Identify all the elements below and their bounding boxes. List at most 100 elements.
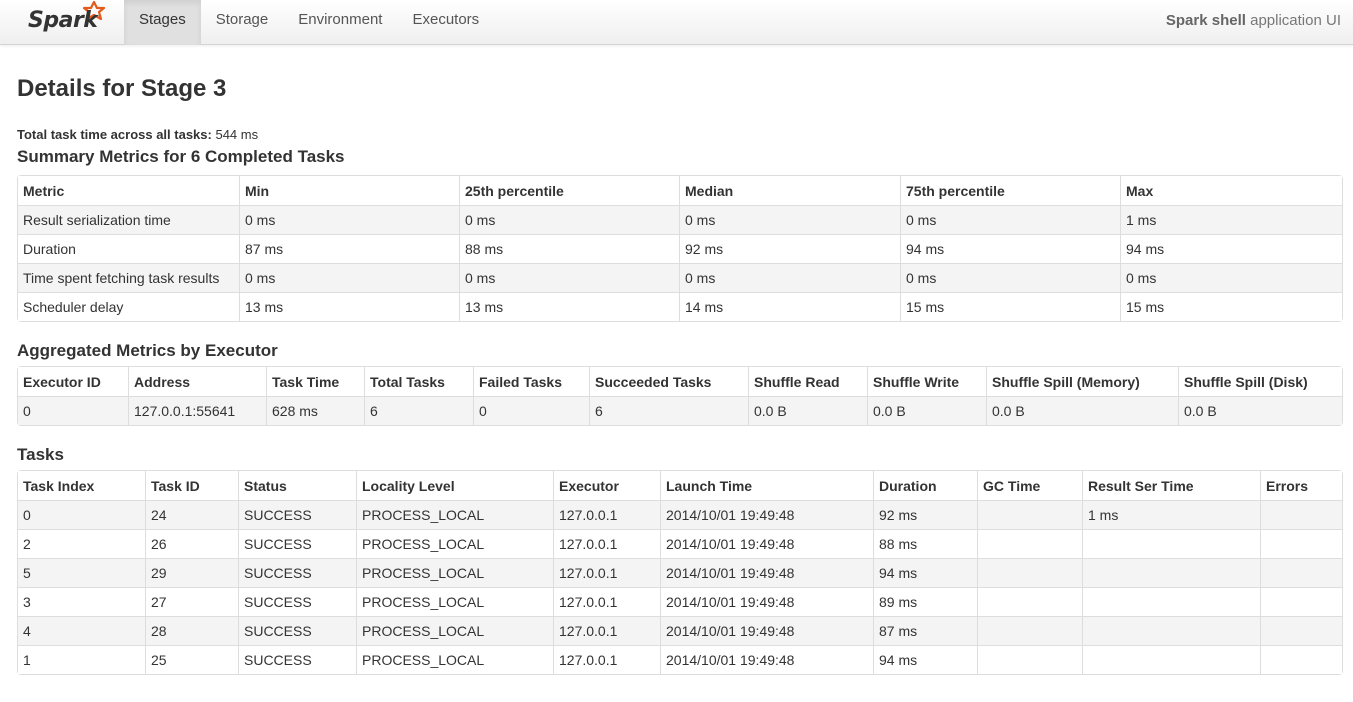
- tab-environment[interactable]: Environment: [283, 0, 397, 45]
- page-title: Details for Stage 3: [17, 75, 227, 102]
- table-cell: 0 ms: [459, 263, 679, 292]
- table-cell: 14 ms: [679, 292, 900, 321]
- tab-storage[interactable]: Storage: [201, 0, 284, 45]
- spark-logo[interactable]: Spark: [26, 0, 108, 45]
- table-cell: 0 ms: [239, 263, 459, 292]
- table-cell: 88 ms: [873, 529, 977, 558]
- table-cell: 6: [364, 396, 473, 425]
- table-cell: [977, 616, 1082, 645]
- table-cell: 0 ms: [679, 205, 900, 234]
- column-header[interactable]: Result Ser Time: [1082, 471, 1260, 500]
- table-cell: 4: [18, 616, 145, 645]
- table-cell: 92 ms: [679, 234, 900, 263]
- total-task-time-label: Total task time across all tasks:: [17, 127, 212, 142]
- table-cell: 0: [18, 500, 145, 529]
- column-header[interactable]: Task ID: [145, 471, 238, 500]
- brand-name: Spark: [28, 8, 98, 33]
- table-row: Duration 87 ms 88 ms 92 ms 94 ms 94 ms: [18, 234, 1342, 263]
- column-header[interactable]: Task Index: [18, 471, 145, 500]
- total-task-time: Total task time across all tasks: 544 ms: [17, 121, 1341, 149]
- table-cell: [1260, 616, 1342, 645]
- table-cell: 0 ms: [1120, 263, 1342, 292]
- table-cell: PROCESS_LOCAL: [356, 616, 553, 645]
- table-cell: 1 ms: [1120, 205, 1342, 234]
- column-header[interactable]: 75th percentile: [900, 176, 1120, 205]
- table-cell: 2014/10/01 19:49:48: [660, 616, 873, 645]
- column-header[interactable]: Executor ID: [18, 367, 128, 396]
- column-header[interactable]: Shuffle Write: [867, 367, 986, 396]
- column-header[interactable]: Succeeded Tasks: [589, 367, 748, 396]
- table-cell: 127.0.0.1: [553, 645, 660, 674]
- table-cell: 87 ms: [239, 234, 459, 263]
- table-cell: Result serialization time: [18, 205, 239, 234]
- table-header-row: Executor ID Address Task Time Total Tasks Fa…: [18, 367, 1342, 396]
- column-header[interactable]: Shuffle Spill (Disk): [1178, 367, 1342, 396]
- tasks-table: Task Index Task ID Status Locality Level Exe…: [17, 470, 1343, 675]
- table-cell: [1082, 529, 1260, 558]
- tab-stages[interactable]: Stages: [124, 0, 201, 45]
- table-row: 0 24 SUCCESS PROCESS_LOCAL 127.0.0.1 2014/10/…: [18, 500, 1342, 529]
- table-cell: 1 ms: [1082, 500, 1260, 529]
- column-header[interactable]: 25th percentile: [459, 176, 679, 205]
- table-cell: SUCCESS: [238, 558, 356, 587]
- table-cell: [977, 645, 1082, 674]
- column-header[interactable]: Task Time: [266, 367, 364, 396]
- column-header[interactable]: Shuffle Read: [748, 367, 867, 396]
- table-cell: 13 ms: [239, 292, 459, 321]
- column-header[interactable]: Duration: [873, 471, 977, 500]
- column-header[interactable]: Errors: [1260, 471, 1342, 500]
- table-cell: 127.0.0.1:55641: [128, 396, 266, 425]
- table-row: 2 26 SUCCESS PROCESS_LOCAL 127.0.0.1 2014/10/…: [18, 529, 1342, 558]
- table-cell: [1082, 558, 1260, 587]
- table-cell: SUCCESS: [238, 587, 356, 616]
- column-header[interactable]: Max: [1120, 176, 1342, 205]
- aggregated-metrics-table: Executor ID Address Task Time Total Tasks Fa…: [17, 366, 1343, 426]
- column-header[interactable]: Address: [128, 367, 266, 396]
- column-header[interactable]: Min: [239, 176, 459, 205]
- table-cell: 2014/10/01 19:49:48: [660, 558, 873, 587]
- table-cell: 24: [145, 500, 238, 529]
- column-header[interactable]: Metric: [18, 176, 239, 205]
- table-cell: 0 ms: [239, 205, 459, 234]
- table-cell: 0.0 B: [986, 396, 1178, 425]
- column-header[interactable]: Total Tasks: [364, 367, 473, 396]
- table-cell: [1260, 500, 1342, 529]
- table-cell: [1082, 587, 1260, 616]
- table-cell: 2014/10/01 19:49:48: [660, 587, 873, 616]
- table-cell: 87 ms: [873, 616, 977, 645]
- column-header[interactable]: GC Time: [977, 471, 1082, 500]
- table-cell: 1: [18, 645, 145, 674]
- column-header[interactable]: Median: [679, 176, 900, 205]
- table-cell: 94 ms: [1120, 234, 1342, 263]
- column-header[interactable]: Shuffle Spill (Memory): [986, 367, 1178, 396]
- table-cell: 25: [145, 645, 238, 674]
- table-cell: SUCCESS: [238, 529, 356, 558]
- table-cell: 2: [18, 529, 145, 558]
- table-cell: PROCESS_LOCAL: [356, 500, 553, 529]
- table-row: Time spent fetching task results 0 ms 0 ms…: [18, 263, 1342, 292]
- table-cell: 0 ms: [900, 263, 1120, 292]
- tab-executors[interactable]: Executors: [397, 0, 494, 45]
- aggregated-metrics-title: Aggregated Metrics by Executor: [17, 341, 278, 360]
- table-cell: Scheduler delay: [18, 292, 239, 321]
- summary-metrics-table: Metric Min 25th percentile Median 75th perce…: [17, 175, 1343, 322]
- total-task-time-value: 544 ms: [211, 127, 259, 142]
- table-cell: SUCCESS: [238, 645, 356, 674]
- table-cell: 0.0 B: [1178, 396, 1342, 425]
- table-cell: 0.0 B: [748, 396, 867, 425]
- table-cell: [977, 558, 1082, 587]
- table-cell: 127.0.0.1: [553, 558, 660, 587]
- column-header[interactable]: Launch Time: [660, 471, 873, 500]
- column-header[interactable]: Executor: [553, 471, 660, 500]
- table-cell: [977, 500, 1082, 529]
- table-row: 0 127.0.0.1:55641 628 ms 6 0 6 0.0 B 0.0 B 0.0 B…: [18, 396, 1342, 425]
- app-title-suffix: application UI: [1245, 12, 1341, 29]
- column-header[interactable]: Status: [238, 471, 356, 500]
- table-cell: 0: [18, 396, 128, 425]
- column-header[interactable]: Failed Tasks: [473, 367, 589, 396]
- table-cell: 2014/10/01 19:49:48: [660, 529, 873, 558]
- column-header[interactable]: Locality Level: [356, 471, 553, 500]
- table-header-row: Task Index Task ID Status Locality Level Exe…: [18, 471, 1342, 500]
- table-row: 1 25 SUCCESS PROCESS_LOCAL 127.0.0.1 2014/10/…: [18, 645, 1342, 674]
- table-cell: Time spent fetching task results: [18, 263, 239, 292]
